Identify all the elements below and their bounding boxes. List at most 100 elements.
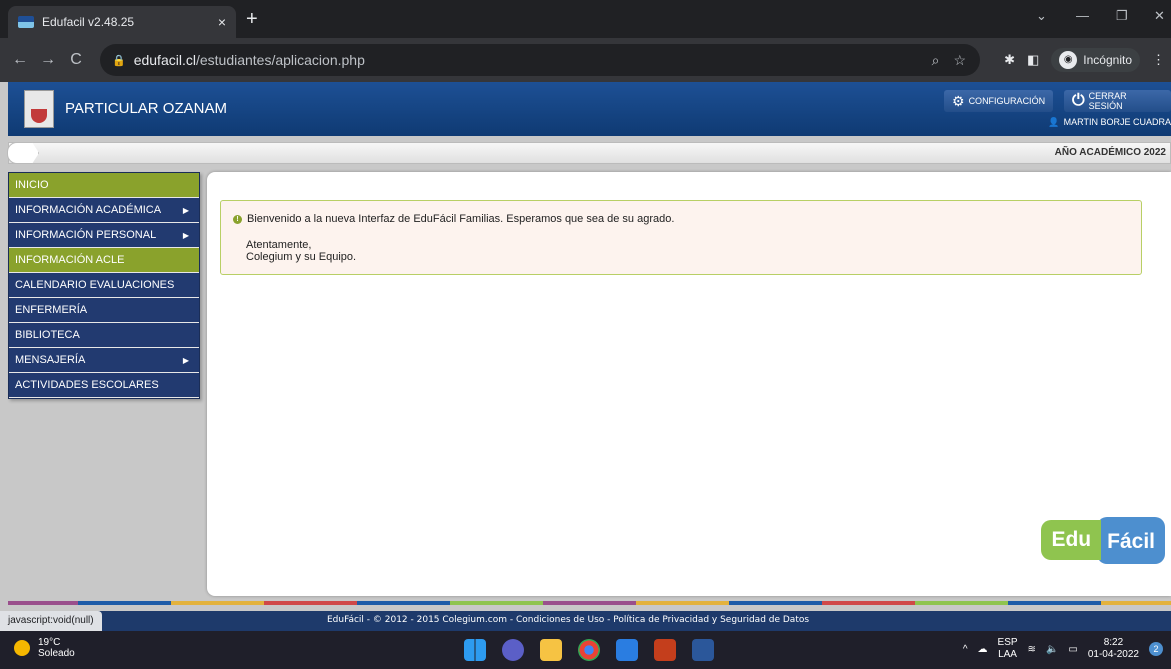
weather-widget[interactable]: 19°C Soleado (14, 637, 75, 659)
user-name: MARTIN BORJE CUADRA (1063, 117, 1171, 127)
submenu-arrow-icon: ▶ (182, 230, 189, 240)
word-icon[interactable] (692, 639, 714, 661)
lang-layout: LAA (998, 649, 1017, 660)
lock-icon[interactable]: 🔒 (112, 54, 126, 67)
browser-tab-bar: Edufacil v2.48.25 × + ⌄ — ❐ ✕ (0, 0, 1171, 38)
site-favicon-icon (18, 16, 34, 28)
welcome-message: Bienvenido a la nueva Interfaz de EduFác… (247, 213, 675, 225)
browser-tab[interactable]: Edufacil v2.48.25 × (8, 6, 236, 38)
color-stripe (8, 601, 1171, 605)
sidebar-item-1[interactable]: INFORMACIÓN ACADÉMICA ▶ (9, 198, 199, 223)
clock-time: 8:22 (1103, 637, 1124, 648)
sidebar-item-label: INFORMACIÓN ACADÉMICA (15, 204, 162, 216)
submenu-arrow-icon: ▶ (182, 205, 189, 215)
clock[interactable]: 8:22 01-04-2022 (1088, 637, 1139, 661)
submenu-arrow-icon: ▶ (182, 355, 189, 365)
sun-icon (14, 640, 30, 656)
configuration-button[interactable]: ⚙ CONFIGURACIÓN (944, 90, 1054, 112)
page: PARTICULAR OZANAM ⚙ CONFIGURACIÓN ⏻ CERR… (0, 82, 1171, 611)
footer-copyright[interactable]: EduFácil - © 2012 - 2015 Colegium.com - … (327, 615, 809, 625)
language-indicator[interactable]: ESP LAA (998, 637, 1018, 661)
sidebar-item-label: INFORMACIÓN ACLE (15, 254, 125, 266)
windows-taskbar: 19°C Soleado ^ ☁ ESP LAA ≋ 🔈 ▭ 8:22 01-0… (0, 631, 1171, 669)
maximize-icon[interactable]: ❐ (1116, 8, 1128, 24)
sidebar-item-label: INICIO (15, 179, 49, 191)
chat-icon[interactable] (502, 639, 524, 661)
logout-button[interactable]: ⏻ CERRAR SESIÓN (1064, 90, 1171, 112)
clock-date: 01-04-2022 (1087, 649, 1139, 660)
tray-chevron-icon[interactable]: ^ (963, 644, 968, 655)
tab-close-icon[interactable]: × (218, 14, 226, 30)
incognito-badge[interactable]: ◉ Incógnito (1051, 48, 1140, 72)
info-icon: ! (233, 214, 242, 224)
edufacil-logo-part1: Edu (1041, 520, 1102, 560)
status-url: javascript:void(null) (0, 611, 102, 631)
url-path: /estudiantes/aplicacion.php (195, 52, 365, 68)
edufacil-logo-part2: Fácil (1097, 517, 1165, 564)
temperature: 19°C (38, 637, 61, 648)
sidebar-item-label: INFORMACIÓN PERSONAL (15, 229, 157, 241)
forward-icon[interactable]: → (34, 51, 62, 69)
volume-icon[interactable]: 🔈 (1046, 644, 1058, 655)
new-tab-button[interactable]: + (246, 8, 258, 31)
user-info[interactable]: 👤 MARTIN BORJE CUADRA (1048, 117, 1171, 128)
school-name: PARTICULAR OZANAM (65, 100, 227, 117)
sidebar-item-2[interactable]: INFORMACIÓN PERSONAL ▶ (9, 223, 199, 248)
battery-icon[interactable]: ▭ (1068, 644, 1077, 655)
sidebar-item-7[interactable]: MENSAJERÍA ▶ (9, 348, 199, 373)
notification-badge[interactable]: 2 (1149, 642, 1163, 656)
sidebar-item-8[interactable]: ACTIVIDADES ESCOLARES (9, 373, 199, 398)
address-bar[interactable]: 🔒 edufacil.cl /estudiantes/aplicacion.ph… (100, 44, 980, 76)
sidebar-item-label: MENSAJERÍA (15, 354, 86, 366)
logout-label: CERRAR SESIÓN (1088, 91, 1127, 111)
configuration-label: CONFIGURACIÓN (968, 96, 1046, 106)
store-icon[interactable] (616, 639, 638, 661)
sign-line-2: Colegium y su Equipo. (246, 251, 357, 263)
start-icon[interactable] (464, 639, 486, 661)
app-header: PARTICULAR OZANAM ⚙ CONFIGURACIÓN ⏻ CERR… (8, 82, 1171, 136)
breadcrumb[interactable] (7, 142, 39, 164)
sidebar-item-5[interactable]: ENFERMERÍA (9, 298, 199, 323)
file-explorer-icon[interactable] (540, 639, 562, 661)
power-icon: ⏻ (1072, 92, 1085, 109)
back-icon[interactable]: ← (6, 51, 34, 69)
incognito-label: Incógnito (1083, 53, 1132, 67)
chrome-icon[interactable] (578, 639, 600, 661)
zoom-icon[interactable]: ⌕ (932, 52, 940, 69)
sidebar-item-0[interactable]: INICIO (9, 173, 199, 198)
side-panel-icon[interactable]: ◧ (1027, 52, 1039, 68)
incognito-icon: ◉ (1059, 51, 1078, 69)
edufacil-logo: Edu Fácil (1041, 517, 1165, 564)
sidebar-item-4[interactable]: CALENDARIO EVALUACIONES (9, 273, 199, 298)
academic-year: AÑO ACADÉMICO 2022 (1054, 147, 1166, 158)
system-tray: ^ ☁ ESP LAA ≋ 🔈 ▭ 8:22 01-04-2022 2 (963, 637, 1163, 661)
bookmark-star-icon[interactable]: ☆ (953, 52, 966, 69)
sidebar-item-6[interactable]: BIBLIOTECA (9, 323, 199, 348)
tab-search-icon[interactable]: ⌄ (1036, 8, 1047, 24)
sign-line-1: Atentamente, (246, 239, 312, 251)
sidebar-item-label: ACTIVIDADES ESCOLARES (15, 379, 159, 391)
breadcrumb-bar: AÑO ACADÉMICO 2022 (7, 142, 1171, 164)
school-logo (24, 90, 54, 128)
window-close-icon[interactable]: ✕ (1154, 8, 1165, 24)
reload-icon[interactable]: C (62, 51, 90, 69)
footer: javascript:void(null) EduFácil - © 2012 … (0, 611, 1171, 631)
user-icon: 👤 (1048, 117, 1060, 127)
sidebar-item-3[interactable]: INFORMACIÓN ACLE (9, 248, 199, 273)
sidebar-item-label: CALENDARIO EVALUACIONES (15, 279, 175, 291)
wifi-icon[interactable]: ≋ (1028, 644, 1036, 655)
main-content: ! Bienvenido a la nueva Interfaz de EduF… (207, 172, 1171, 596)
lang-code: ESP (997, 637, 1018, 648)
weather-condition: Soleado (38, 648, 75, 659)
menu-kebab-icon[interactable]: ⋮ (1152, 52, 1165, 68)
sidebar-item-label: BIBLIOTECA (15, 329, 80, 341)
tab-title: Edufacil v2.48.25 (42, 15, 135, 29)
browser-toolbar: ← → C 🔒 edufacil.cl /estudiantes/aplicac… (0, 38, 1171, 82)
gear-icon: ⚙ (952, 92, 965, 109)
url-domain: edufacil.cl (133, 52, 196, 68)
extensions-icon[interactable]: ✱ (1004, 52, 1015, 68)
cloud-icon[interactable]: ☁ (978, 644, 988, 655)
minimize-icon[interactable]: — (1076, 8, 1089, 23)
powerpoint-icon[interactable] (654, 639, 676, 661)
sidebar-item-label: ENFERMERÍA (15, 304, 88, 316)
